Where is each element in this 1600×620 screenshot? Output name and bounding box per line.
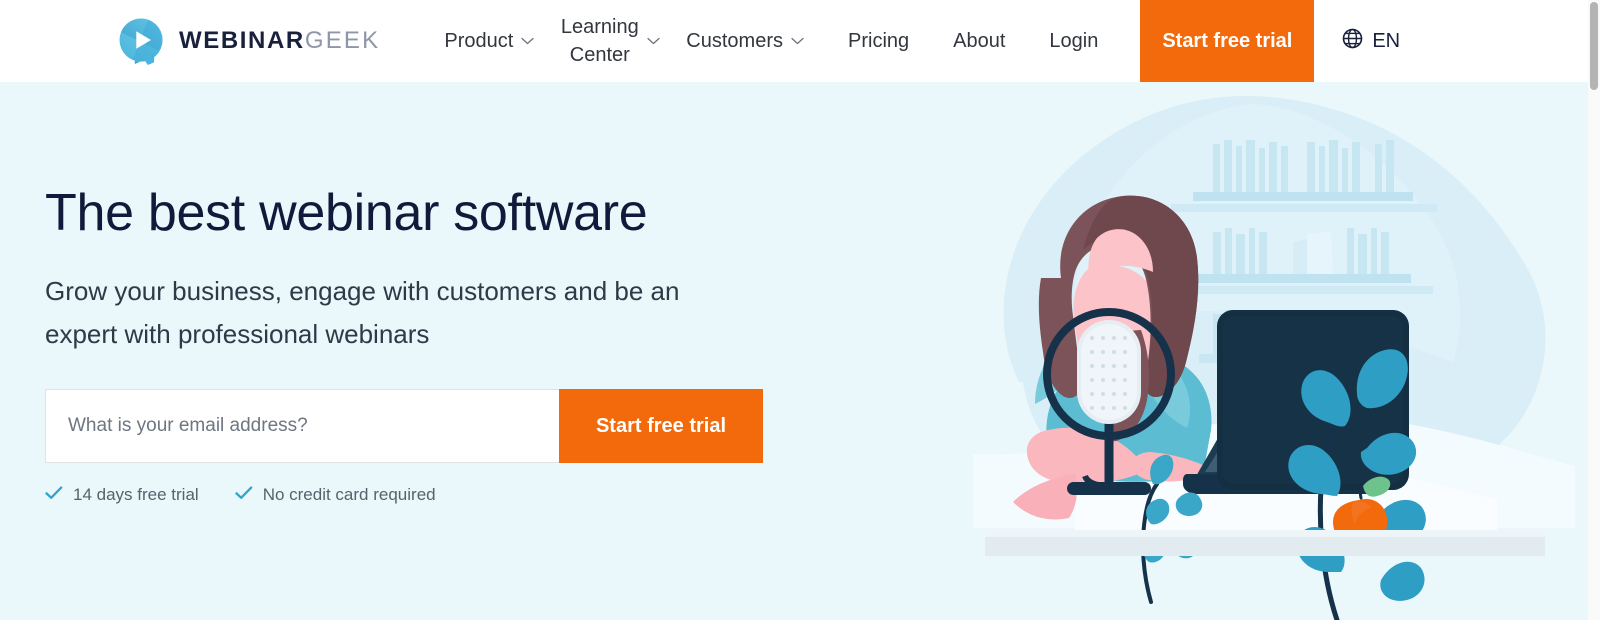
nav-item-label: Customers: [686, 30, 783, 52]
logo-wordmark: WEBINARGEEK: [179, 27, 380, 55]
perk-label: No credit card required: [262, 485, 436, 504]
woman-podcasting-at-desk-illustration: [955, 82, 1575, 620]
nav-item-product[interactable]: Product: [422, 0, 556, 82]
logo-word-light: GEEK: [304, 27, 381, 54]
globe-icon: [1342, 28, 1363, 55]
perk-item: No credit card required: [235, 485, 436, 505]
nav-item-login[interactable]: Login: [1027, 0, 1120, 82]
hero-subtitle: Grow your business, engage with customer…: [45, 276, 680, 349]
page-scrollbar[interactable]: [1588, 0, 1600, 620]
hero-start-free-trial-button[interactable]: Start free trial: [559, 389, 763, 463]
chevron-down-icon: [521, 37, 534, 45]
trial-perks: 14 days free trial No credit card requir…: [45, 485, 805, 505]
nav-item-label: Learning Center: [560, 16, 639, 66]
check-icon: [235, 485, 253, 505]
nav-item-about[interactable]: About: [931, 0, 1027, 82]
check-icon: [45, 485, 63, 505]
perk-item: 14 days free trial: [45, 485, 199, 505]
nav-item-label: Login: [1049, 30, 1099, 52]
nav-item-label: Product: [444, 30, 514, 52]
nav-item-pricing[interactable]: Pricing: [826, 0, 931, 82]
email-field[interactable]: [45, 389, 559, 463]
nav-item-label: Pricing: [848, 30, 910, 52]
site-header: WEBINARGEEK Product Learning Center Cust…: [0, 0, 1588, 82]
logo[interactable]: WEBINARGEEK: [118, 17, 380, 65]
main-navigation: Product Learning Center Customers Pricin…: [422, 0, 1120, 82]
logo-word-bold: WEBINAR: [179, 27, 305, 54]
chevron-down-icon: [647, 37, 660, 45]
nav-item-label: About: [953, 30, 1006, 52]
perk-label: 14 days free trial: [73, 485, 199, 504]
webinargeek-play-bubble-logo-icon: [118, 17, 166, 65]
page-title: The best webinar software: [45, 184, 648, 242]
white-desk: [985, 530, 1545, 556]
nav-item-customers[interactable]: Customers: [664, 0, 826, 82]
header-start-free-trial-button[interactable]: Start free trial: [1140, 0, 1315, 82]
trial-signup-form: Start free trial: [45, 389, 763, 463]
language-selector[interactable]: EN: [1342, 28, 1400, 55]
hero-copy: The best webinar software Grow your busi…: [45, 182, 805, 505]
hero-section: The best webinar software Grow your busi…: [0, 82, 1588, 620]
nav-item-learning-center[interactable]: Learning Center: [556, 0, 664, 82]
language-code: EN: [1372, 29, 1401, 52]
scrollbar-thumb[interactable]: [1590, 2, 1598, 90]
chevron-down-icon: [791, 37, 804, 45]
header-cta-label: Start free trial: [1162, 30, 1293, 52]
